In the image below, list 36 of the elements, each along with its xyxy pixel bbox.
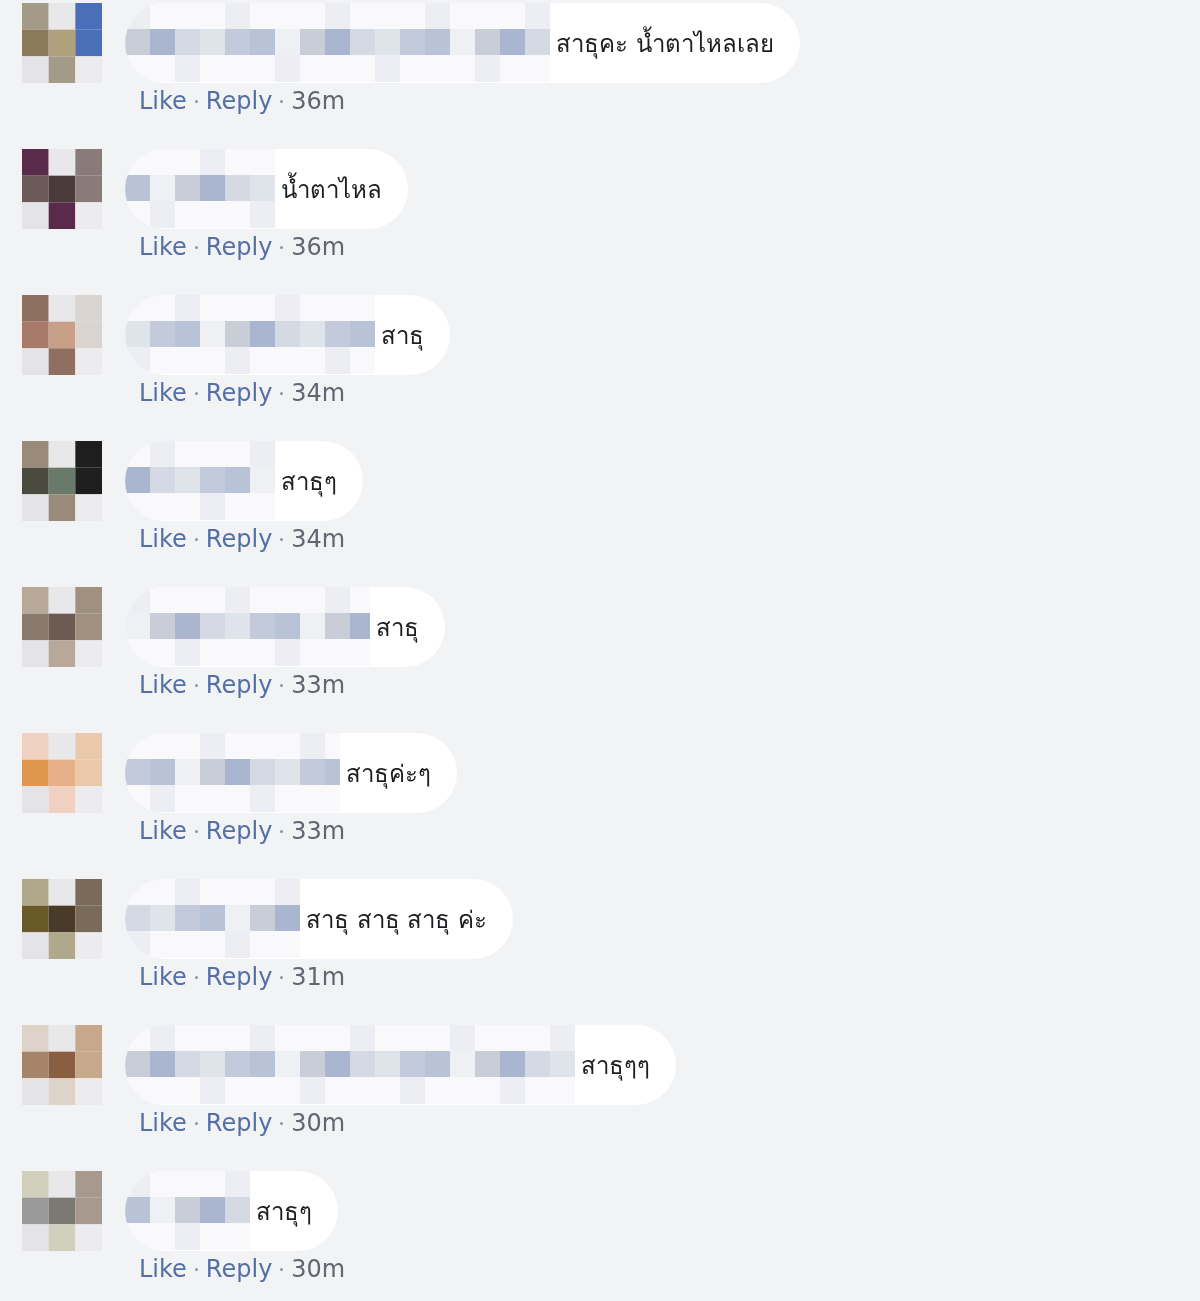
comment-text: สาธุคะ น้ำตาไหลเลย bbox=[550, 23, 774, 63]
like-link[interactable]: Like bbox=[139, 233, 187, 261]
comment-text: สาธุค่ะๆ bbox=[345, 758, 431, 791]
like-link[interactable]: Like bbox=[139, 1109, 187, 1137]
reply-link[interactable]: Reply bbox=[205, 963, 273, 991]
reply-link[interactable]: Reply bbox=[205, 817, 273, 845]
comment-time: 36m bbox=[291, 87, 346, 115]
comment-time: 36m bbox=[291, 233, 346, 261]
comment-text: สาธุ สาธุ สาธุ ค่ะ bbox=[305, 904, 487, 937]
comment-time: 33m bbox=[291, 671, 346, 699]
like-link[interactable]: Like bbox=[139, 525, 187, 553]
comment-text: น้ำตาไหล bbox=[275, 169, 382, 209]
reply-link[interactable]: Reply bbox=[205, 233, 273, 261]
comment-time: 34m bbox=[291, 379, 346, 407]
reply-link[interactable]: Reply bbox=[205, 525, 273, 553]
comment-text: สาธุ bbox=[380, 320, 424, 353]
comment-text: สาธุๆ bbox=[255, 1196, 312, 1229]
comment-time: 34m bbox=[291, 525, 346, 553]
comment-text: สาธุๆๆ bbox=[580, 1050, 650, 1083]
reply-link[interactable]: Reply bbox=[205, 1109, 273, 1137]
comment-time: 33m bbox=[291, 817, 346, 845]
reply-link[interactable]: Reply bbox=[205, 1255, 273, 1283]
like-link[interactable]: Like bbox=[139, 87, 187, 115]
comment-text: สาธุๆ bbox=[280, 466, 337, 499]
reply-link[interactable]: Reply bbox=[205, 379, 273, 407]
like-link[interactable]: Like bbox=[139, 963, 187, 991]
comment-time: 30m bbox=[291, 1255, 346, 1283]
comment-time: 30m bbox=[291, 1109, 346, 1137]
like-link[interactable]: Like bbox=[139, 817, 187, 845]
like-link[interactable]: Like bbox=[139, 379, 187, 407]
like-link[interactable]: Like bbox=[139, 671, 187, 699]
like-link[interactable]: Like bbox=[139, 1255, 187, 1283]
reply-link[interactable]: Reply bbox=[205, 87, 273, 115]
comment-time: 31m bbox=[291, 963, 346, 991]
comment-text: สาธุ bbox=[375, 612, 419, 645]
reply-link[interactable]: Reply bbox=[205, 671, 273, 699]
